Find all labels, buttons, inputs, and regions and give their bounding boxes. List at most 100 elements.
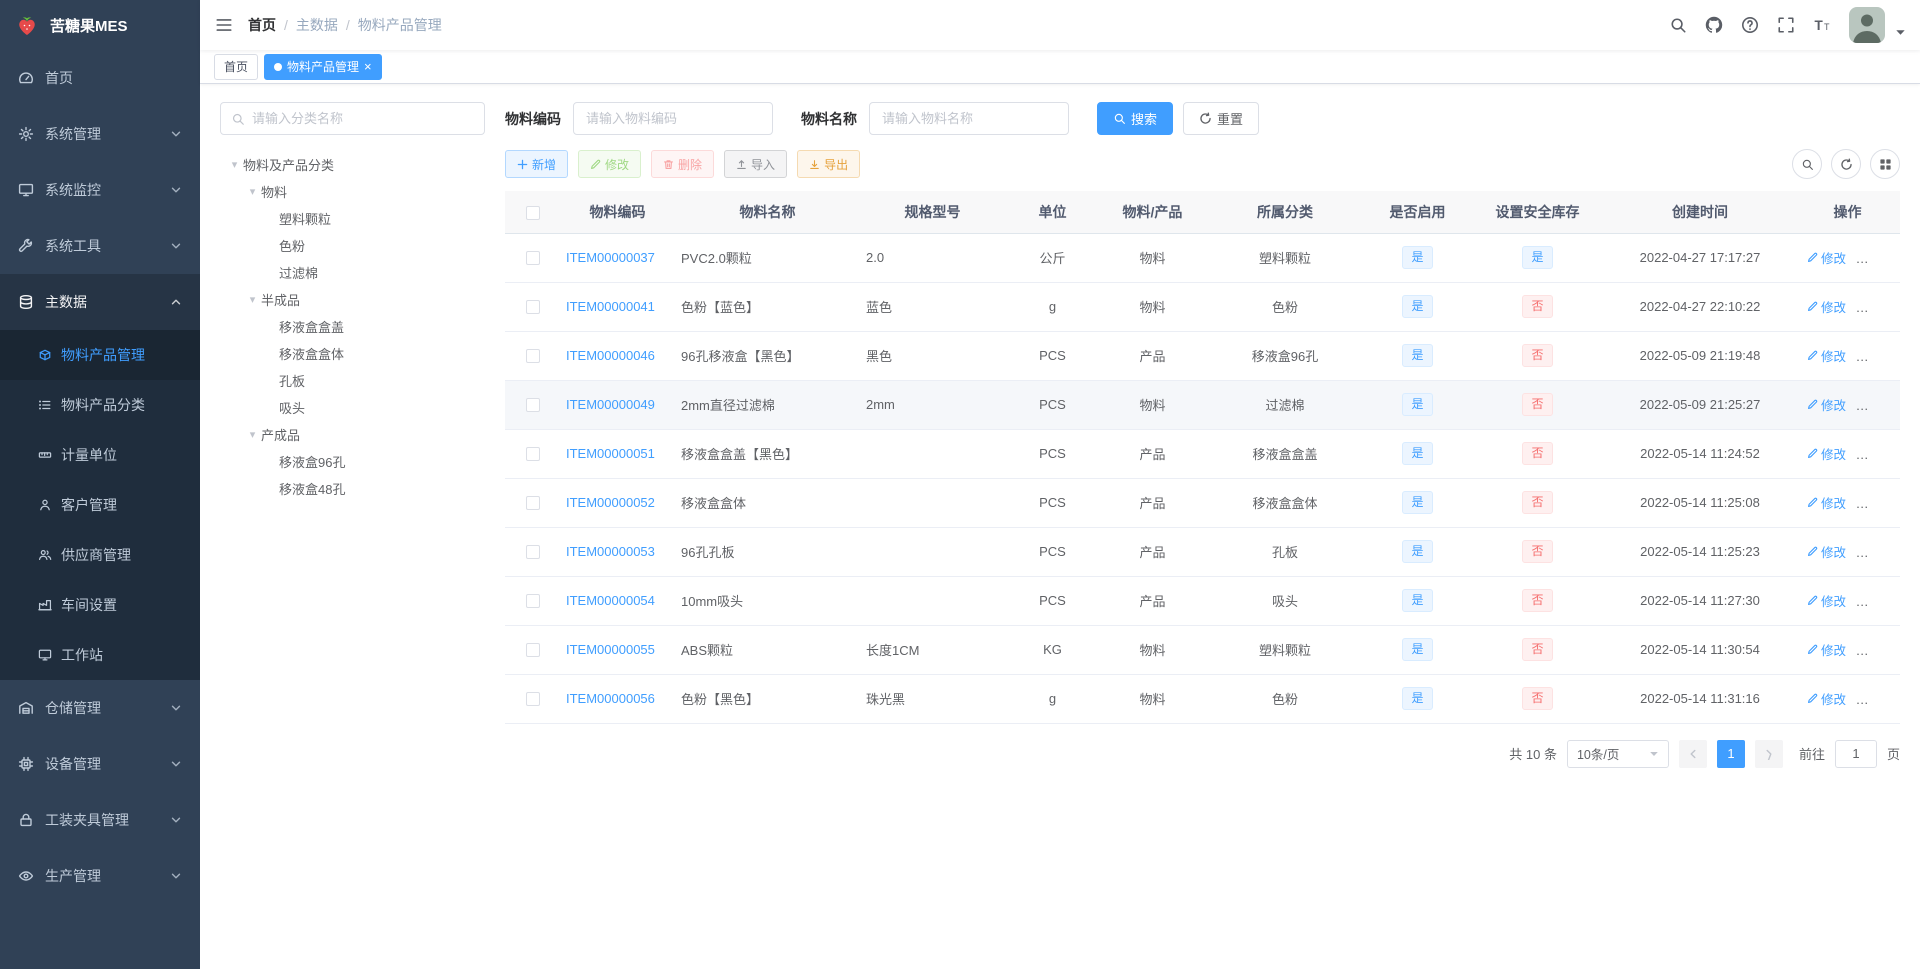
table-row[interactable]: ITEM00000056 色粉【黑色】 珠光黑 g 物料 色粉 是 否 2022… — [505, 674, 1900, 724]
table-row[interactable]: ITEM00000054 10mm吸头 PCS 产品 吸头 是 否 2022-0… — [505, 576, 1900, 626]
row-delete-button[interactable]: 删除 — [1862, 493, 1900, 512]
material-code-link[interactable]: ITEM00000056 — [566, 691, 655, 706]
row-edit-button[interactable]: 修改 — [1807, 248, 1846, 267]
export-button[interactable]: 导出 — [797, 150, 861, 178]
material-code-link[interactable]: ITEM00000052 — [566, 495, 655, 510]
sidebar-item[interactable]: 系统工具 — [0, 218, 200, 274]
sidebar-item[interactable]: 生产管理 — [0, 848, 200, 904]
github-icon[interactable] — [1705, 16, 1723, 34]
row-edit-button[interactable]: 修改 — [1807, 493, 1846, 512]
sidebar-subitem[interactable]: 车间设置 — [0, 580, 200, 630]
next-page-button[interactable] — [1754, 739, 1783, 768]
tree-node[interactable]: ▾ 物料及产品分类 — [220, 151, 485, 178]
table-row[interactable]: ITEM00000055 ABS颗粒 长度1CM KG 物料 塑料颗粒 是 否 … — [505, 625, 1900, 675]
material-code-link[interactable]: ITEM00000041 — [566, 299, 655, 314]
row-delete-button[interactable]: 删除 — [1862, 297, 1900, 316]
page-size-select[interactable]: 10条/页 — [1566, 739, 1669, 768]
sidebar-item[interactable]: 首页 — [0, 50, 200, 106]
edit-button[interactable]: 修改 — [578, 150, 642, 178]
sidebar-item[interactable]: 系统监控 — [0, 162, 200, 218]
sidebar-item[interactable]: 工装夹具管理 — [0, 792, 200, 848]
close-icon[interactable]: × — [364, 60, 372, 73]
row-checkbox[interactable] — [525, 692, 540, 707]
table-row[interactable]: ITEM00000053 96孔孔板 PCS 产品 孔板 是 否 2022-05… — [505, 527, 1900, 577]
row-edit-button[interactable]: 修改 — [1807, 640, 1846, 659]
row-edit-button[interactable]: 修改 — [1807, 395, 1846, 414]
table-row[interactable]: ITEM00000051 移液盒盒盖【黑色】 PCS 产品 移液盒盒盖 是 否 … — [505, 429, 1900, 479]
delete-button[interactable]: 删除 — [651, 150, 715, 178]
select-all-checkbox[interactable] — [525, 205, 540, 220]
sidebar-item[interactable]: 系统管理 — [0, 106, 200, 162]
tree-node[interactable]: 移液盒96孔 — [220, 448, 485, 475]
sidebar-item[interactable]: 主数据 — [0, 274, 200, 330]
table-row[interactable]: ITEM00000037 PVC2.0颗粒 2.0 公斤 物料 塑料颗粒 是 是… — [505, 233, 1900, 283]
sidebar-item[interactable]: 设备管理 — [0, 736, 200, 792]
view-tab[interactable]: 首页 — [214, 53, 259, 80]
row-delete-button[interactable]: 删除 — [1862, 591, 1900, 610]
fullscreen-icon[interactable] — [1777, 16, 1795, 34]
sidebar-subitem[interactable]: 工作站 — [0, 630, 200, 680]
tree-node[interactable]: ▾ 产成品 — [220, 421, 485, 448]
material-code-link[interactable]: ITEM00000049 — [566, 397, 655, 412]
tree-node[interactable]: 吸头 — [220, 394, 485, 421]
row-edit-button[interactable]: 修改 — [1807, 297, 1846, 316]
row-delete-button[interactable]: 删除 — [1862, 346, 1900, 365]
row-edit-button[interactable]: 修改 — [1807, 444, 1846, 463]
row-edit-button[interactable]: 修改 — [1807, 542, 1846, 561]
tree-node[interactable]: 色粉 — [220, 232, 485, 259]
tree-node[interactable]: 塑料颗粒 — [220, 205, 485, 232]
sidebar-item[interactable]: 仓储管理 — [0, 680, 200, 736]
table-row[interactable]: ITEM00000049 2mm直径过滤棉 2mm PCS 物料 过滤棉 是 否… — [505, 380, 1900, 430]
row-delete-button[interactable]: 删除 — [1862, 542, 1900, 561]
import-button[interactable]: 导入 — [724, 150, 788, 178]
view-tab[interactable]: 物料产品管理 × — [264, 53, 382, 80]
add-button[interactable]: 新增 — [505, 150, 569, 178]
row-checkbox[interactable] — [525, 300, 540, 315]
row-edit-button[interactable]: 修改 — [1807, 591, 1846, 610]
material-code-link[interactable]: ITEM00000037 — [566, 250, 655, 265]
columns-button[interactable] — [1870, 149, 1900, 179]
material-code-link[interactable]: ITEM00000053 — [566, 544, 655, 559]
row-edit-button[interactable]: 修改 — [1807, 689, 1846, 708]
category-search-input[interactable] — [252, 111, 474, 126]
tree-node[interactable]: ▾ 物料 — [220, 178, 485, 205]
material-code-link[interactable]: ITEM00000055 — [566, 642, 655, 657]
row-checkbox[interactable] — [525, 545, 540, 560]
row-edit-button[interactable]: 修改 — [1807, 346, 1846, 365]
row-checkbox[interactable] — [525, 643, 540, 658]
sidebar-subitem[interactable]: 物料产品分类 — [0, 380, 200, 430]
material-code-link[interactable]: ITEM00000046 — [566, 348, 655, 363]
toggle-search-button[interactable] — [1792, 149, 1822, 179]
row-delete-button[interactable]: 删除 — [1862, 689, 1900, 708]
tree-node[interactable]: 移液盒盒体 — [220, 340, 485, 367]
font-size-icon[interactable]: TT — [1813, 16, 1831, 34]
row-delete-button[interactable]: 删除 — [1862, 248, 1900, 267]
row-checkbox[interactable] — [525, 447, 540, 462]
logo[interactable]: 苦糖果MES — [0, 0, 200, 50]
tree-node[interactable]: ▾ 半成品 — [220, 286, 485, 313]
row-checkbox[interactable] — [525, 349, 540, 364]
tree-node[interactable]: 移液盒48孔 — [220, 475, 485, 502]
search-icon[interactable] — [1669, 16, 1687, 34]
row-checkbox[interactable] — [525, 594, 540, 609]
tree-node[interactable]: 孔板 — [220, 367, 485, 394]
breadcrumb-item[interactable]: 首页 — [248, 15, 276, 35]
row-checkbox[interactable] — [525, 496, 540, 511]
hamburger-icon[interactable] — [200, 16, 248, 34]
material-code-link[interactable]: ITEM00000051 — [566, 446, 655, 461]
page-number-button[interactable]: 1 — [1716, 739, 1745, 768]
refresh-button[interactable] — [1831, 149, 1861, 179]
table-row[interactable]: ITEM00000046 96孔移液盒【黑色】 黑色 PCS 产品 移液盒96孔… — [505, 331, 1900, 381]
row-checkbox[interactable] — [525, 398, 540, 413]
caret-down-icon[interactable] — [1895, 27, 1906, 38]
row-delete-button[interactable]: 删除 — [1862, 395, 1900, 414]
material-code-link[interactable]: ITEM00000054 — [566, 593, 655, 608]
sidebar-subitem[interactable]: 计量单位 — [0, 430, 200, 480]
material-code-input[interactable] — [573, 102, 773, 135]
row-delete-button[interactable]: 删除 — [1862, 444, 1900, 463]
reset-button[interactable]: 重置 — [1183, 102, 1260, 135]
row-checkbox[interactable] — [525, 251, 540, 266]
tree-node[interactable]: 移液盒盒盖 — [220, 313, 485, 340]
material-name-input[interactable] — [869, 102, 1069, 135]
table-row[interactable]: ITEM00000052 移液盒盒体 PCS 产品 移液盒盒体 是 否 2022… — [505, 478, 1900, 528]
